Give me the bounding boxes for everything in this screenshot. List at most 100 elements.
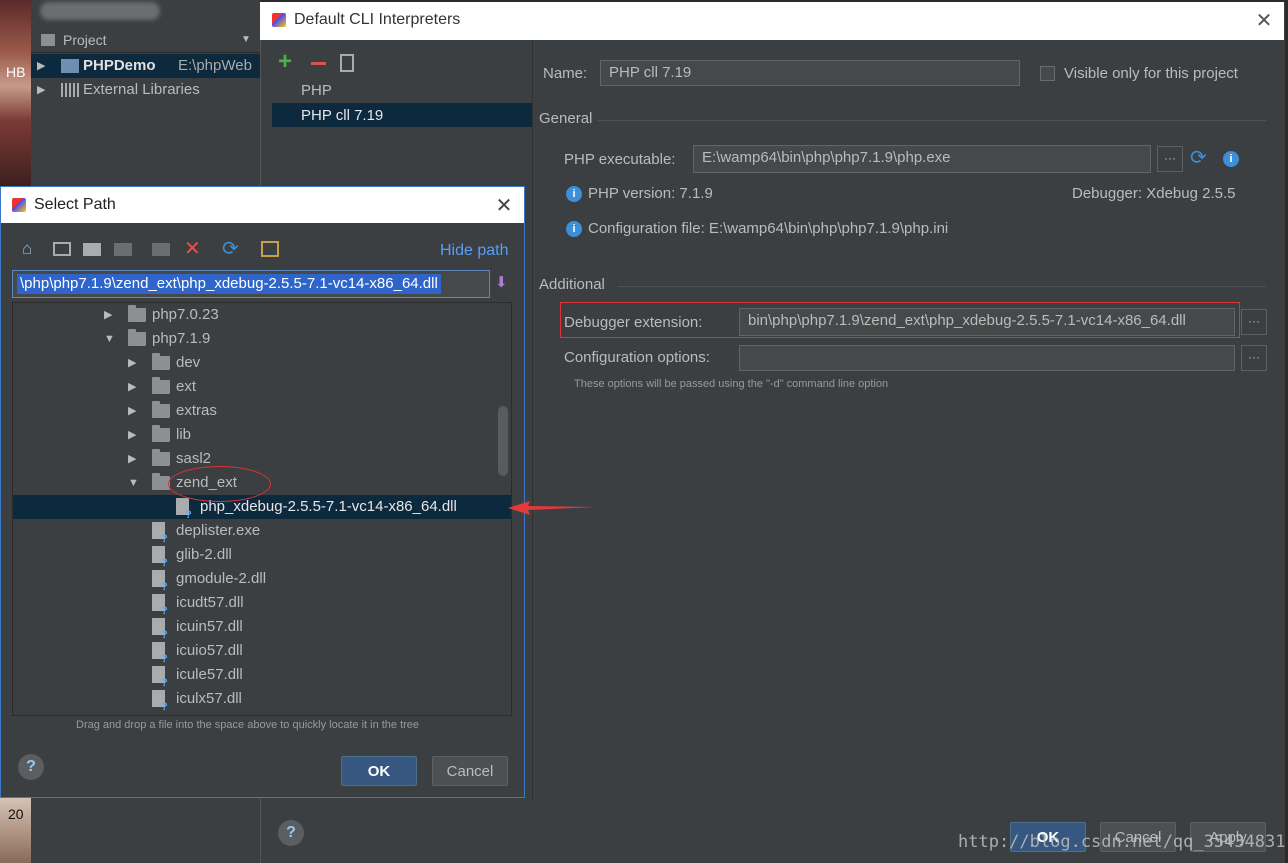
configuration-options-input[interactable] (739, 345, 1235, 371)
folder-icon (152, 449, 170, 466)
php-executable-label: PHP executable: (564, 151, 676, 168)
tree-file-row[interactable]: icudt57.dll (13, 591, 511, 623)
unknown-file-icon (176, 498, 192, 527)
interpreter-item-php[interactable]: PHP (301, 82, 332, 99)
browse-executable-button[interactable]: ··· (1157, 146, 1183, 172)
tree-file-row[interactable]: icuio57.dll (13, 639, 511, 671)
help-icon[interactable]: ? (18, 754, 44, 780)
new-folder-icon[interactable] (152, 243, 170, 256)
tree-item-label: icudt57.dll (176, 594, 244, 611)
additional-separator (618, 286, 1266, 287)
help-icon[interactable]: ? (278, 820, 304, 846)
unknown-file-icon (152, 522, 168, 551)
copy-icon[interactable] (340, 54, 354, 72)
php-executable-input[interactable]: E:\wamp64\bin\php\php7.1.9\php.exe (693, 145, 1151, 173)
general-section-title: General (539, 110, 593, 127)
tree-folder-row[interactable]: ▼ php7.1.9 (13, 327, 511, 351)
configuration-file-text: Configuration file: E:\wamp64\bin\php\ph… (588, 220, 949, 237)
tree-folder-row[interactable]: ▶ extras (13, 399, 511, 423)
configuration-options-hint: These options will be passed using the "… (574, 378, 889, 390)
tree-folder-row[interactable]: ▶ dev (13, 351, 511, 375)
chevron-down-icon[interactable]: ▼ (241, 28, 251, 52)
project-panel-header[interactable]: Project ▼ (31, 28, 260, 53)
tree-item-label: extras (176, 402, 217, 419)
history-dropdown-icon[interactable]: ⬇ (495, 273, 509, 293)
tree-folder-row[interactable]: ▶ lib (13, 423, 511, 447)
tree-folder-row[interactable]: ▶ ext (13, 375, 511, 399)
php-version-text: PHP version: 7.1.9 (588, 185, 713, 202)
tree-file-row[interactable]: gmodule-2.dll (13, 567, 511, 599)
folder-icon (128, 305, 146, 322)
name-label: Name: (543, 65, 588, 82)
tree-item-label: deplister.exe (176, 522, 261, 539)
debugger-extension-value: bin\php\php7.1.9\zend_ext\php_xdebug-2.5… (748, 312, 1186, 329)
select-path-cancel-button[interactable]: Cancel (432, 756, 508, 786)
phpstorm-app-icon (12, 198, 26, 212)
chevron-down-icon[interactable]: ▼ (104, 327, 115, 351)
visible-only-label: Visible only for this project (1064, 65, 1238, 82)
tree-item-label: icule57.dll (176, 666, 243, 683)
project-header-label: Project (63, 32, 107, 48)
project-tree-item-phpdemo[interactable]: ▶ PHPDemo E:\phpWeb (31, 54, 260, 78)
home-icon[interactable]: ⌂ (22, 240, 40, 258)
background-label-hb: HB (6, 64, 26, 80)
select-path-title: Select Path (34, 196, 116, 213)
debugger-extension-label: Debugger extension: (564, 314, 703, 331)
tree-file-row[interactable]: icuin57.dll (13, 615, 511, 647)
visible-only-checkbox[interactable] (1040, 66, 1055, 81)
chevron-right-icon[interactable]: ▶ (128, 351, 136, 375)
unknown-file-icon (152, 546, 168, 575)
watermark: http://blog.csdn.net/qq_35434831 (958, 832, 1286, 852)
info-icon[interactable]: i (1223, 151, 1239, 167)
tree-file-row[interactable]: deplister.exe (13, 519, 511, 551)
general-separator (598, 120, 1266, 121)
blurred-toolbar (40, 2, 160, 20)
debugger-text: Debugger: Xdebug 2.5.5 (1072, 185, 1236, 202)
browse-extension-button[interactable]: ··· (1241, 309, 1267, 335)
tree-item-label: gmodule-2.dll (176, 570, 267, 587)
project-view-icon (41, 34, 55, 46)
tree-scrollbar[interactable] (498, 406, 508, 476)
tree-item-label: glib-2.dll (176, 546, 232, 563)
phpstorm-app-icon (272, 13, 286, 27)
folder-icon (152, 401, 170, 418)
close-icon[interactable]: ✕ (1254, 8, 1274, 33)
project-folder-icon[interactable] (83, 243, 101, 256)
tree-folder-row[interactable]: ▶ sasl2 (13, 447, 511, 471)
hide-path-link[interactable]: Hide path (440, 242, 509, 260)
info-icon: i (566, 221, 582, 237)
tree-file-row[interactable]: iculx57.dll (13, 687, 511, 719)
name-input[interactable]: PHP cll 7.19 (600, 60, 1020, 86)
close-icon[interactable]: ✕ (494, 193, 514, 218)
chevron-right-icon[interactable]: ▶ (128, 423, 136, 447)
tree-item-label: lib (176, 426, 192, 443)
annotation-circle (168, 466, 271, 502)
module-folder-icon[interactable] (114, 243, 132, 256)
folder-icon (152, 425, 170, 442)
chevron-right-icon[interactable]: ▶ (128, 447, 136, 471)
add-icon[interactable]: + (278, 50, 292, 74)
chevron-right-icon[interactable]: ▶ (128, 375, 136, 399)
chevron-right-icon[interactable]: ▶ (104, 303, 112, 327)
tree-file-row[interactable]: icule57.dll (13, 663, 511, 695)
tree-file-row[interactable]: glib-2.dll (13, 543, 511, 575)
chevron-down-icon[interactable]: ▼ (128, 471, 139, 495)
desktop-icon[interactable] (53, 242, 71, 256)
delete-icon[interactable]: ✕ (184, 239, 202, 259)
expand-options-button[interactable]: ··· (1241, 345, 1267, 371)
interpreter-item-php-cll[interactable]: PHP cll 7.19 (301, 107, 383, 124)
refresh-icon[interactable]: ⟳ (1190, 146, 1207, 170)
refresh-icon[interactable]: ⟳ (222, 239, 240, 259)
debugger-extension-input[interactable]: bin\php\php7.1.9\zend_ext\php_xdebug-2.5… (739, 308, 1235, 336)
select-path-ok-button[interactable]: OK (341, 756, 417, 786)
expand-arrow-icon[interactable]: ▶ (37, 78, 45, 102)
tree-file-row[interactable]: php_xdebug-2.5.5-7.1-vc14-x86_64.dll (13, 495, 511, 527)
expand-arrow-icon[interactable]: ▶ (37, 54, 45, 78)
project-tree-item-external-libraries[interactable]: ▶ External Libraries (31, 78, 260, 102)
drag-drop-hint: Drag and drop a file into the space abov… (76, 719, 420, 731)
remove-icon[interactable] (311, 62, 326, 65)
show-hidden-icon[interactable] (261, 241, 279, 257)
project-name: PHPDemo (83, 57, 156, 74)
tree-folder-row[interactable]: ▶ php7.0.23 (13, 303, 511, 327)
chevron-right-icon[interactable]: ▶ (128, 399, 136, 423)
